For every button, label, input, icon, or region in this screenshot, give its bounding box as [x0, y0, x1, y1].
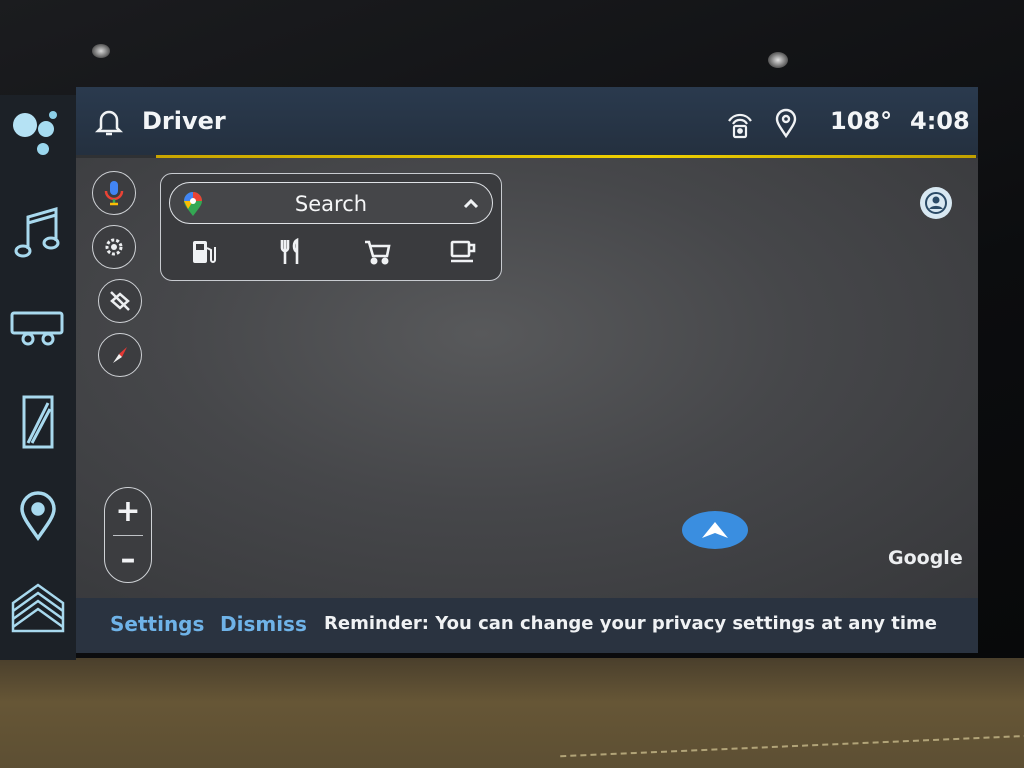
- search-panel: Search: [160, 173, 502, 281]
- compass-icon: [113, 347, 127, 363]
- glare: [768, 52, 788, 68]
- glare: [92, 44, 110, 58]
- location-icon: [774, 108, 798, 142]
- layers-off-icon: [110, 291, 130, 311]
- outside-temperature: 108°: [830, 107, 893, 135]
- bell-icon[interactable]: [94, 107, 124, 141]
- restaurant-icon[interactable]: [271, 232, 311, 272]
- zoom-control: + –: [104, 487, 152, 583]
- shopping-cart-icon[interactable]: [357, 232, 397, 272]
- chevron-up-icon[interactable]: [462, 195, 480, 214]
- compass-button[interactable]: [98, 333, 142, 377]
- infotainment-screen: Driver 108° 4:08 Search + – Google Setti…: [76, 87, 978, 653]
- profile-name[interactable]: Driver: [142, 107, 226, 135]
- search-label: Search: [294, 192, 368, 216]
- vehicle-icon[interactable]: [0, 307, 76, 347]
- dismiss-link[interactable]: Dismiss: [220, 612, 307, 636]
- mirror-icon[interactable]: [0, 393, 76, 451]
- status-bar: Driver 108° 4:08: [76, 87, 978, 155]
- dashboard-trim: [0, 658, 1024, 768]
- zoom-in-button[interactable]: +: [105, 488, 151, 534]
- microphone-icon: [104, 181, 124, 206]
- reminder-text: Reminder: You can change your privacy se…: [324, 613, 938, 634]
- coffee-icon[interactable]: [443, 232, 483, 272]
- location-pin-icon[interactable]: [0, 491, 76, 541]
- account-button[interactable]: [920, 187, 952, 219]
- layers-toggle-button[interactable]: [98, 279, 142, 323]
- hotspot-icon[interactable]: [726, 109, 754, 143]
- clock: 4:08: [910, 107, 970, 135]
- reminder-bar: Settings Dismiss Reminder: You can chang…: [76, 598, 978, 653]
- zoom-out-button[interactable]: –: [105, 536, 151, 582]
- assistant-icon[interactable]: [0, 105, 76, 161]
- home-icon[interactable]: [0, 581, 76, 635]
- search-bar[interactable]: Search: [169, 182, 493, 224]
- gas-station-icon[interactable]: [183, 232, 223, 272]
- account-icon: [925, 192, 947, 214]
- voice-search-button[interactable]: [92, 171, 136, 215]
- current-location-marker: [682, 511, 748, 549]
- settings-icon: [105, 238, 123, 256]
- settings-link[interactable]: Settings: [110, 612, 204, 636]
- music-icon[interactable]: [0, 205, 76, 263]
- app-rail: [0, 95, 76, 660]
- map-settings-button[interactable]: [92, 225, 136, 269]
- navigation-arrow-icon: [702, 522, 728, 538]
- map-attribution: Google: [888, 547, 963, 569]
